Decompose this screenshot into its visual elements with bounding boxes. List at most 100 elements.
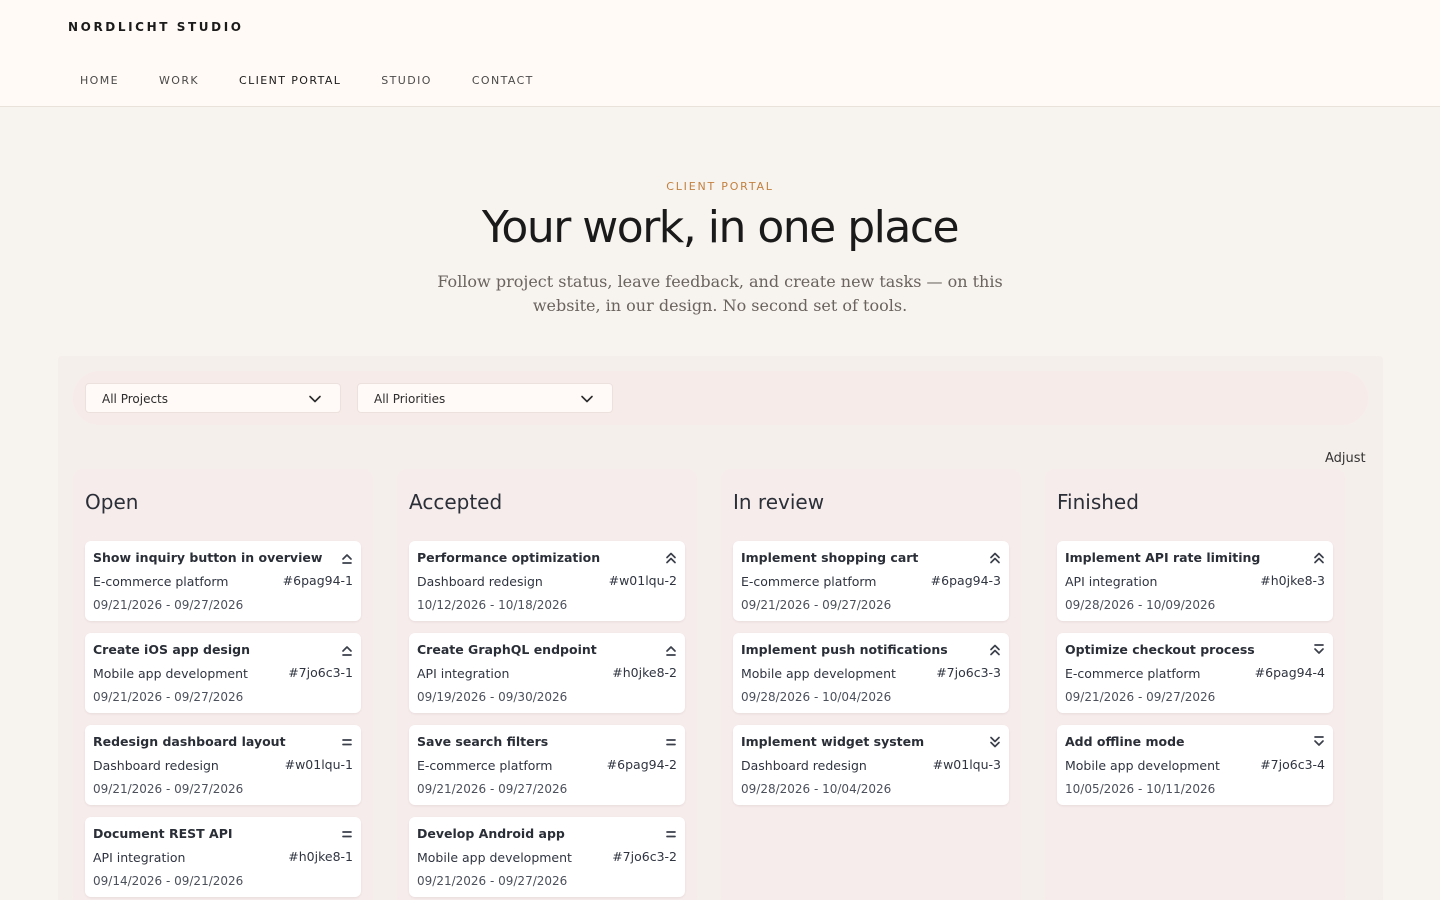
task-card[interactable]: Implement API rate limiting API integrati…: [1057, 541, 1333, 621]
task-card[interactable]: Implement shopping cart E-commerce platfo…: [733, 541, 1009, 621]
task-id: #w01lqu-2: [608, 573, 677, 588]
task-project: API integration: [93, 850, 186, 865]
nav-item-studio[interactable]: STUDIO: [381, 74, 432, 87]
chevron-down-icon: [1314, 736, 1324, 746]
double-chevron-down-icon: [990, 736, 1000, 748]
task-id: #7jo6c3-3: [936, 665, 1001, 680]
task-dates: 09/28/2026 - 10/04/2026: [741, 690, 892, 704]
task-title: Save search filters: [417, 734, 549, 749]
kanban-column-in-review: In review Implement shopping cart E-commer…: [721, 469, 1021, 900]
task-dates: 09/14/2026 - 09/21/2026: [93, 874, 244, 888]
task-id: #6pag94-3: [930, 573, 1001, 588]
double-chevron-up-icon: [990, 644, 1000, 656]
hero-eyebrow: CLIENT PORTAL: [666, 180, 774, 193]
task-id: #h0jke8-3: [1260, 573, 1325, 588]
task-card[interactable]: Implement push notifications Mobile app d…: [733, 633, 1009, 713]
task-project: Dashboard redesign: [417, 574, 543, 589]
task-id: #w01lqu-3: [932, 757, 1001, 772]
equals-icon: [666, 739, 676, 746]
chevron-down-icon: [309, 395, 321, 403]
column-title: In review: [733, 490, 825, 514]
task-id: #h0jke8-1: [288, 849, 353, 864]
task-dates: 09/21/2026 - 09/27/2026: [93, 690, 244, 704]
kanban-column-open: Open Show inquiry button in overview E-com…: [73, 469, 373, 900]
task-card[interactable]: Save search filters E-commerce platform #6…: [409, 725, 685, 805]
double-chevron-up-icon: [990, 552, 1000, 564]
site-header: NORDLICHT STUDIO HOME WORK CLIENT PORTAL…: [0, 0, 1440, 107]
task-project: Dashboard redesign: [93, 758, 219, 773]
task-dates: 09/21/2026 - 09/27/2026: [93, 598, 244, 612]
task-id: #6pag94-2: [606, 757, 677, 772]
task-dates: 09/28/2026 - 10/04/2026: [741, 782, 892, 796]
task-id: #7jo6c3-4: [1260, 757, 1325, 772]
task-project: API integration: [1065, 574, 1158, 589]
task-id: #6pag94-4: [1254, 665, 1325, 680]
adjust-button[interactable]: Adjust: [1325, 451, 1366, 466]
column-title: Open: [85, 490, 139, 514]
kanban-column-finished: Finished Implement API rate limiting API i…: [1045, 469, 1345, 900]
task-dates: 09/21/2026 - 09/27/2026: [417, 874, 568, 888]
nav-item-client-portal[interactable]: CLIENT PORTAL: [239, 74, 341, 87]
task-title: Develop Android app: [417, 826, 565, 841]
task-card[interactable]: Show inquiry button in overview E-commerc…: [85, 541, 361, 621]
task-project: Mobile app development: [93, 666, 248, 681]
task-title: Redesign dashboard layout: [93, 734, 286, 749]
task-id: #7jo6c3-2: [612, 849, 677, 864]
column-title: Finished: [1057, 490, 1139, 514]
task-card[interactable]: Performance optimization Dashboard redesi…: [409, 541, 685, 621]
nav-item-home[interactable]: HOME: [80, 74, 119, 87]
task-project: E-commerce platform: [93, 574, 229, 589]
task-title: Implement shopping cart: [741, 550, 919, 565]
kanban-column-accepted: Accepted Performance optimization Dashboar…: [397, 469, 697, 900]
chevron-down-icon: [581, 395, 593, 403]
task-project: Mobile app development: [1065, 758, 1220, 773]
equals-icon: [666, 831, 676, 838]
task-dates: 09/21/2026 - 09/27/2026: [93, 782, 244, 796]
task-card[interactable]: Document REST API API integration #h0jke8-…: [85, 817, 361, 897]
equals-icon: [342, 831, 352, 838]
task-card[interactable]: Add offline mode Mobile app development #7…: [1057, 725, 1333, 805]
double-chevron-up-icon: [666, 552, 676, 564]
task-dates: 09/28/2026 - 10/09/2026: [1065, 598, 1216, 612]
task-dates: 09/21/2026 - 09/27/2026: [417, 782, 568, 796]
task-dates: 09/19/2026 - 09/30/2026: [417, 690, 568, 704]
task-title: Add offline mode: [1065, 734, 1185, 749]
task-title: Implement push notifications: [741, 642, 948, 657]
task-title: Show inquiry button in overview: [93, 550, 323, 565]
task-dates: 09/21/2026 - 09/27/2026: [1065, 690, 1216, 704]
site-logo[interactable]: NORDLICHT STUDIO: [68, 20, 244, 34]
task-dates: 10/12/2026 - 10/18/2026: [417, 598, 568, 612]
project-filter-value: All Projects: [102, 392, 168, 406]
equals-icon: [342, 739, 352, 746]
task-card[interactable]: Implement widget system Dashboard redesig…: [733, 725, 1009, 805]
task-card[interactable]: Redesign dashboard layout Dashboard redes…: [85, 725, 361, 805]
chevron-up-icon: [342, 646, 352, 656]
nav-item-contact[interactable]: CONTACT: [472, 74, 534, 87]
task-title: Implement widget system: [741, 734, 925, 749]
priority-filter-select[interactable]: All Priorities: [357, 383, 613, 413]
task-card[interactable]: Optimize checkout process E-commerce plat…: [1057, 633, 1333, 713]
task-title: Create GraphQL endpoint: [417, 642, 597, 657]
project-filter-select[interactable]: All Projects: [85, 383, 341, 413]
task-project: E-commerce platform: [1065, 666, 1201, 681]
page-title: Your work, in one place: [481, 202, 960, 253]
task-project: E-commerce platform: [741, 574, 877, 589]
task-card[interactable]: Create iOS app design Mobile app developm…: [85, 633, 361, 713]
priority-filter-value: All Priorities: [374, 392, 446, 406]
task-project: E-commerce platform: [417, 758, 553, 773]
main-nav: HOME WORK CLIENT PORTAL STUDIO CONTACT: [80, 74, 574, 87]
double-chevron-up-icon: [1314, 552, 1324, 564]
nav-item-work[interactable]: WORK: [159, 74, 199, 87]
task-dates: 10/05/2026 - 10/11/2026: [1065, 782, 1216, 796]
task-title: Create iOS app design: [93, 642, 251, 657]
task-id: #6pag94-1: [282, 573, 353, 588]
task-project: Dashboard redesign: [741, 758, 867, 773]
task-card[interactable]: Develop Android app Mobile app developmen…: [409, 817, 685, 897]
chevron-up-icon: [342, 554, 352, 564]
task-dates: 09/21/2026 - 09/27/2026: [741, 598, 892, 612]
task-title: Document REST API: [93, 826, 233, 841]
hero-subtitle: Follow project status, leave feedback, a…: [437, 272, 1003, 315]
task-card[interactable]: Create GraphQL endpoint API integration #h…: [409, 633, 685, 713]
task-id: #h0jke8-2: [612, 665, 677, 680]
task-title: Optimize checkout process: [1065, 642, 1255, 657]
